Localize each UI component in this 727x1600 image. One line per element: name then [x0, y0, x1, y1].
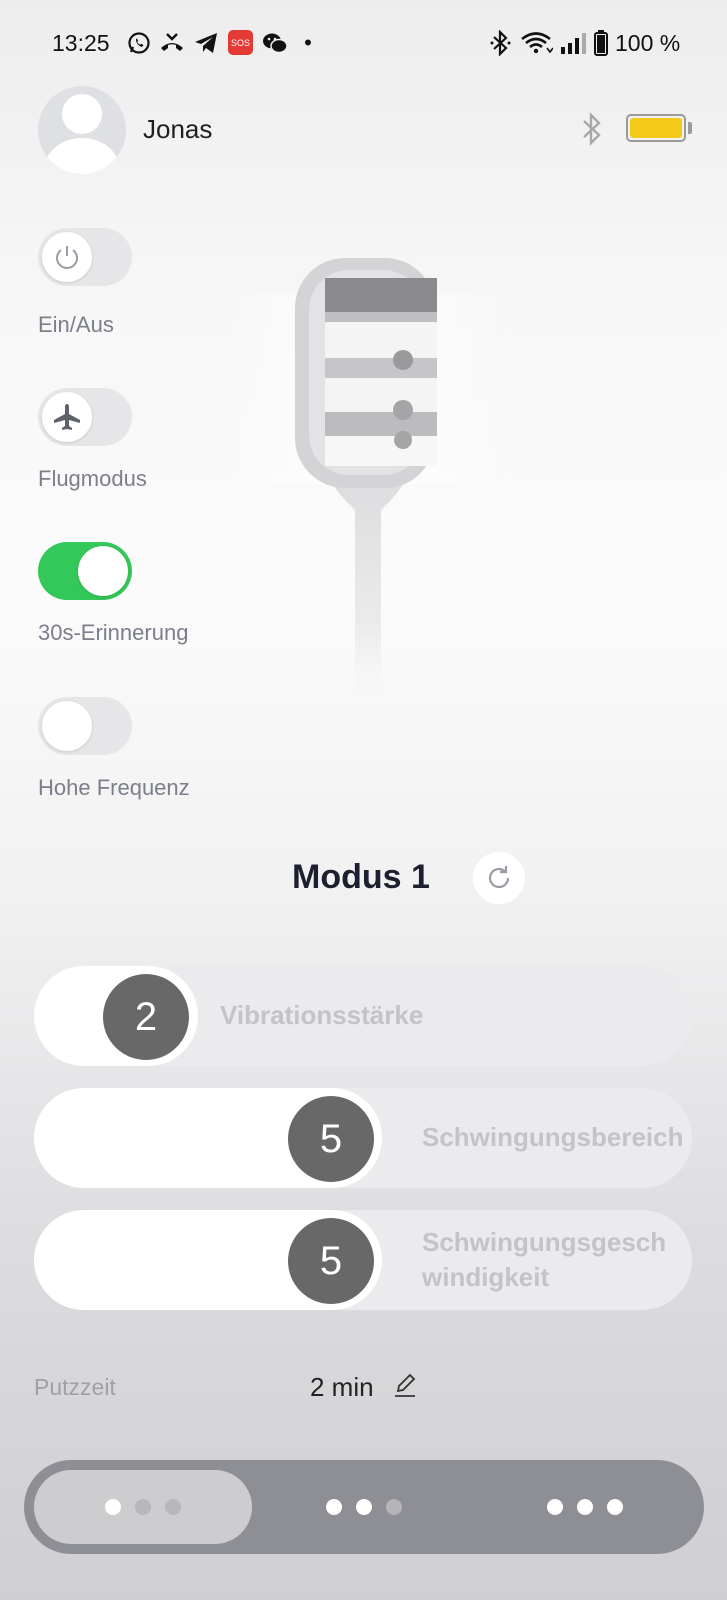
battery-icon	[592, 30, 610, 56]
high-frequency-toggle[interactable]	[38, 697, 132, 755]
missed-call-icon	[158, 30, 186, 56]
oscillation-speed-label-line1: Schwingungsgesch	[422, 1227, 667, 1257]
vibration-strength-label: Vibrationsstärke	[220, 1000, 424, 1030]
slider-knob[interactable]: 5	[288, 1096, 374, 1182]
mode-pager	[24, 1460, 704, 1554]
airplane-mode-label: Flugmodus	[38, 466, 147, 491]
battery-percent: 100 %	[615, 30, 681, 56]
refresh-icon	[488, 866, 510, 889]
vibration-strength-slider[interactable]: 2 Vibrationsstärke	[34, 966, 692, 1066]
bluetooth-icon	[583, 112, 601, 146]
device-battery	[626, 114, 686, 142]
high-frequency-label: Hohe Frequenz	[38, 775, 190, 800]
status-time: 13:25	[52, 30, 110, 56]
slider-knob[interactable]: 5	[288, 1218, 374, 1304]
pager-tab-2[interactable]	[255, 1470, 473, 1544]
wechat-icon	[262, 30, 288, 56]
power-icon	[56, 246, 78, 269]
oscillation-speed-label-line2: windigkeit	[422, 1262, 550, 1292]
oscillation-speed-slider[interactable]: 5 Schwingungsgesch windigkeit	[34, 1210, 692, 1310]
refresh-button[interactable]	[473, 852, 525, 904]
pager-tab-1[interactable]	[34, 1470, 252, 1544]
status-bar: 13:25 SOS • 100 %	[0, 0, 727, 88]
person-icon	[44, 94, 120, 174]
brushing-time-label: Putzzeit	[34, 1374, 116, 1400]
toothbrush-head-image	[225, 250, 505, 710]
avatar[interactable]	[38, 86, 126, 174]
notification-dot: •	[304, 30, 312, 55]
wifi-icon	[520, 30, 554, 56]
30s-reminder-toggle[interactable]	[38, 542, 132, 600]
bluetooth-icon	[488, 30, 514, 56]
power-label: Ein/Aus	[38, 312, 114, 337]
oscillation-range-slider[interactable]: 5 Schwingungsbereich	[34, 1088, 692, 1188]
pencil-icon[interactable]	[393, 1372, 417, 1398]
slider-knob[interactable]: 2	[103, 974, 189, 1060]
mode-title: Modus 1	[292, 858, 430, 896]
power-toggle[interactable]	[38, 228, 132, 286]
sos-icon: SOS	[228, 30, 253, 55]
brushing-time-value[interactable]: 2 min	[310, 1372, 374, 1403]
pager-tab-3[interactable]	[476, 1470, 694, 1544]
30s-reminder-label: 30s-Erinnerung	[38, 620, 189, 645]
telegram-icon	[193, 30, 219, 56]
airplane-icon	[54, 404, 80, 430]
username: Jonas	[143, 114, 213, 144]
oscillation-range-label: Schwingungsbereich	[422, 1122, 684, 1152]
whatsapp-icon	[126, 30, 152, 56]
airplane-mode-toggle[interactable]	[38, 388, 132, 446]
signal-icon	[559, 30, 589, 56]
